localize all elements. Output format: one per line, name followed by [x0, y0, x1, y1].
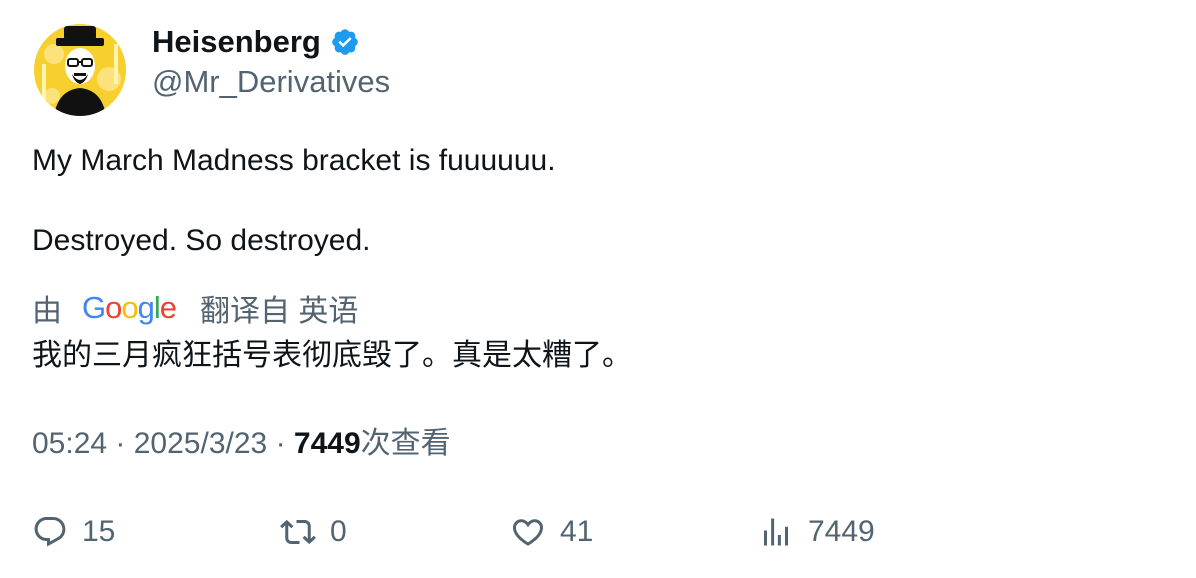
action-bar: 15 0 41 7449 [0, 510, 1196, 554]
verified-badge-icon [330, 27, 360, 57]
svg-text:Google: Google [82, 290, 176, 325]
tweet-text-line: My March Madness bracket is fuuuuuu. [32, 144, 556, 177]
tweet-time[interactable]: 05:24 [32, 427, 107, 460]
tweet-meta: 05:24 · 2025/3/23 · 7449次查看 [32, 424, 451, 464]
retweet-count: 0 [330, 515, 347, 548]
views-count: 7449 [808, 515, 875, 548]
retweet-button[interactable]: 0 [280, 510, 347, 554]
like-count: 41 [560, 515, 594, 548]
avatar[interactable] [34, 24, 126, 116]
heisenberg-avatar-icon [34, 24, 126, 116]
heart-icon [512, 519, 544, 546]
reply-icon [34, 517, 66, 547]
translated-text: 我的三月疯狂括号表彻底毁了。真是太糟了。 [32, 339, 632, 372]
translation-attribution: 由 Google 翻译自 英语 [32, 287, 358, 329]
tweet-text: My March Madness bracket is fuuuuuu. Des… [32, 141, 556, 261]
google-logo-icon: Google [82, 290, 180, 326]
reply-button[interactable]: 15 [32, 510, 115, 554]
translation-prefix: 由 [32, 295, 62, 328]
author-name-row: Heisenberg [152, 22, 360, 62]
view-label: 次查看 [360, 427, 451, 460]
meta-separator: · [275, 427, 294, 460]
view-count: 7449 [293, 427, 361, 460]
display-name[interactable]: Heisenberg [152, 22, 321, 62]
meta-separator: · [115, 427, 134, 460]
retweet-icon [280, 519, 316, 545]
translation-suffix: 翻译自 英语 [200, 295, 359, 328]
tweet-card: Heisenberg @Mr_Derivatives My March Madn… [0, 0, 1196, 578]
tweet-text-line: Destroyed. So destroyed. [32, 224, 371, 257]
views-button[interactable]: 7449 [758, 510, 875, 554]
tweet-date[interactable]: 2025/3/23 [134, 427, 267, 460]
views-chart-icon [764, 518, 788, 546]
like-button[interactable]: 41 [510, 510, 593, 554]
reply-count: 15 [82, 515, 116, 548]
author-handle[interactable]: @Mr_Derivatives [152, 62, 390, 102]
